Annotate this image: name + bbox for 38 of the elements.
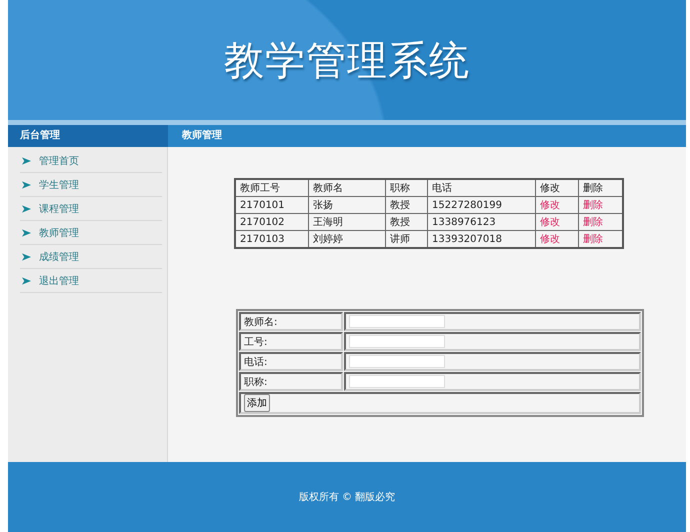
input-field[interactable]	[349, 335, 445, 348]
column-header: 教师工号	[235, 179, 308, 196]
arrow-icon	[22, 252, 31, 260]
table-cell: 2170102	[235, 214, 308, 230]
input-field[interactable]	[349, 375, 445, 388]
sidebar-item[interactable]: 学生管理	[20, 173, 162, 197]
table-cell: 15227280199	[428, 196, 536, 214]
table-cell: 2170101	[235, 196, 308, 214]
section-heading: 教师管理	[168, 125, 686, 147]
sidebar-item[interactable]: 退出管理	[20, 269, 162, 293]
arrow-icon	[22, 228, 31, 236]
copyright-text: 版权所有 © 翻版必究	[298, 490, 396, 504]
sidebar-item[interactable]: 教师管理	[20, 221, 162, 245]
column-header: 电话	[428, 179, 536, 196]
arrow-icon	[22, 156, 31, 164]
arrow-icon	[22, 180, 31, 188]
sidebar-item[interactable]: 课程管理	[20, 197, 162, 221]
table-cell: 1338976123	[428, 214, 536, 230]
arrow-icon	[22, 204, 31, 212]
column-header: 教师名	[308, 179, 386, 196]
field-label: 电话:	[239, 352, 343, 371]
table-cell: 教授	[386, 196, 428, 214]
sidebar-heading: 后台管理	[8, 125, 168, 147]
table-cell: 王海明	[308, 214, 386, 230]
field-label: 职称:	[239, 372, 343, 391]
column-header: 职称	[386, 179, 428, 196]
sidebar-item[interactable]: 管理首页	[20, 149, 162, 173]
site-title: 教学管理系统	[224, 36, 470, 86]
input-field[interactable]	[349, 315, 445, 328]
column-header: 修改	[536, 179, 578, 196]
table-cell: 张扬	[308, 196, 386, 214]
field-label: 工号:	[239, 332, 343, 351]
input-field[interactable]	[349, 355, 445, 368]
sidebar-item[interactable]: 成绩管理	[20, 245, 162, 269]
table-cell: 教授	[386, 214, 428, 230]
add-button[interactable]: 添加	[244, 394, 270, 412]
arrow-icon	[22, 276, 31, 284]
field-label: 教师名:	[239, 312, 343, 331]
